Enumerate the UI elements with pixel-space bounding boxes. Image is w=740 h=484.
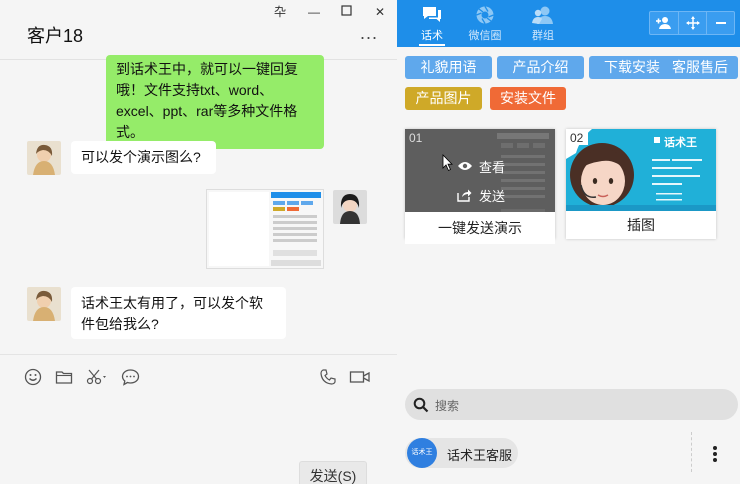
panel-window-controls [649, 11, 735, 35]
message-bubble-received: 可以发个演示图么? [71, 141, 216, 174]
tab-label: 微信圈 [468, 30, 502, 42]
message-bubble-received: 话术王太有用了，可以发个软件包给我么? [71, 287, 286, 339]
search-placeholder: 搜索 [435, 399, 460, 413]
more-options-icon[interactable] [710, 444, 720, 464]
scripts-panel: 话术 微信圈 群组 礼貌用语 产品介绍 下载安装 客服售后 产品图片 安装文件 [397, 0, 740, 484]
move-icon[interactable] [678, 12, 706, 34]
tab-scripts[interactable]: 话术 [407, 5, 457, 43]
active-tab-indicator [419, 44, 445, 46]
tab-groups[interactable]: 群组 [518, 5, 568, 43]
chat-history-icon[interactable] [121, 368, 141, 388]
card-caption: 一键发送演示 [405, 212, 555, 244]
aperture-icon [476, 6, 494, 24]
tab-moments[interactable]: 微信圈 [460, 5, 510, 43]
category-product-images[interactable]: 产品图片 [405, 87, 482, 110]
image-message[interactable] [206, 189, 324, 269]
folder-icon[interactable] [55, 368, 75, 388]
contact-avatar[interactable] [27, 141, 61, 175]
contact-avatar[interactable] [27, 287, 61, 321]
search-bar[interactable]: 搜索 [405, 389, 738, 420]
account-avatar: 话术王 [407, 438, 437, 468]
account-name: 话术王客服 [447, 448, 513, 463]
maximize-button[interactable] [338, 4, 354, 20]
more-options-icon[interactable]: ... [360, 24, 378, 42]
message-bubble-sent: 到话术王中，就可以一键回复哦！文件支持txt、word、excel、ppt、ra… [106, 55, 324, 149]
search-icon [413, 397, 429, 413]
user-avatar[interactable] [333, 190, 367, 224]
brand-logo: 话术王 [664, 137, 697, 149]
send-label: 发送 [479, 189, 506, 204]
eye-icon [458, 162, 472, 170]
tab-label: 话术 [421, 30, 443, 42]
share-icon [457, 189, 472, 202]
card-caption: 插图 [566, 211, 716, 239]
script-card[interactable]: 01 查看 发送 一键发送演示 [405, 129, 555, 244]
category-install-files[interactable]: 安装文件 [490, 87, 566, 110]
tab-label: 群组 [532, 30, 554, 42]
add-contact-button[interactable] [650, 12, 678, 34]
category-polite-phrases[interactable]: 礼貌用语 [405, 56, 492, 79]
view-label: 查看 [479, 160, 506, 175]
screenshot-icon[interactable] [86, 368, 112, 388]
divider [691, 432, 692, 472]
category-product-intro[interactable]: 产品介绍 [497, 56, 584, 79]
group-icon [532, 6, 553, 24]
send-button[interactable]: 发送(S) [299, 461, 367, 484]
category-after-sales[interactable]: 客服售后 [662, 56, 738, 79]
panel-header: 话术 微信圈 群组 [397, 0, 740, 47]
chat-title: 客户18 [27, 26, 84, 46]
mouse-cursor-icon [442, 154, 453, 172]
pin-icon[interactable]: 卆 [272, 4, 288, 20]
emoji-icon[interactable] [24, 368, 44, 388]
account-selector[interactable]: 话术王 话术王客服 [405, 438, 518, 468]
chat-icon [423, 7, 441, 22]
chat-pane: 客户18 卆 — ✕ ... 到话术王中，就可以一键回复哦！文件支持txt、wo… [0, 0, 397, 484]
minimize-button[interactable]: — [306, 4, 322, 20]
script-card[interactable]: 02 话术王 插图 [566, 129, 716, 239]
collapse-button[interactable] [706, 12, 734, 34]
phone-icon[interactable] [319, 368, 339, 388]
video-call-icon[interactable] [349, 368, 371, 388]
close-button[interactable]: ✕ [372, 4, 388, 20]
chat-header: 客户18 卆 — ✕ ... [0, 0, 397, 60]
card-number: 02 [570, 131, 584, 145]
card-number: 01 [409, 131, 423, 145]
